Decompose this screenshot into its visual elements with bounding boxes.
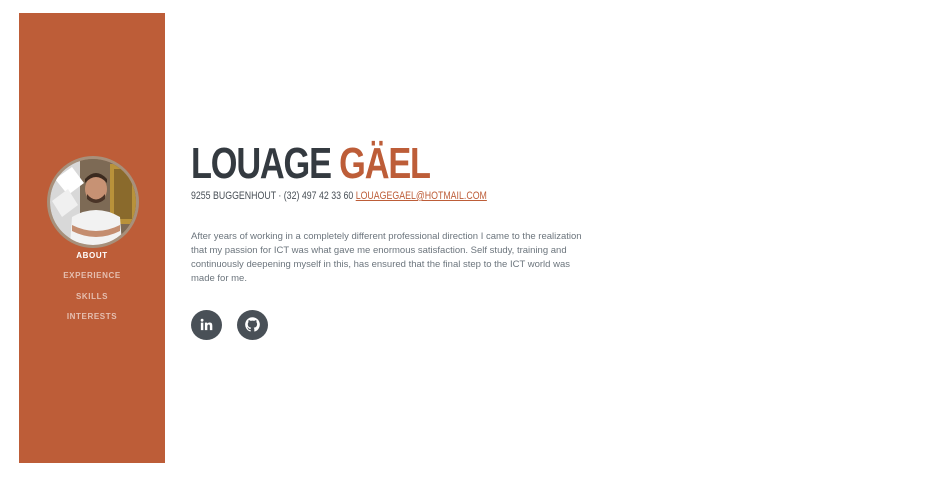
profile-avatar	[47, 156, 139, 248]
linkedin-icon	[200, 318, 213, 331]
github-button[interactable]	[237, 310, 268, 340]
email-link[interactable]: LOUAGEGAEL@HOTMAIL.COM	[356, 190, 487, 202]
profile-photo	[50, 159, 136, 245]
nav-about[interactable]: ABOUT	[19, 249, 165, 269]
sidebar: ABOUT EXPERIENCE SKILLS INTERESTS	[19, 13, 165, 463]
nav-skills[interactable]: SKILLS	[19, 290, 165, 310]
page-title: LOUAGE GÄEL	[191, 139, 431, 188]
last-name: GÄEL	[339, 139, 431, 188]
contact-info: 9255 BUGGENHOUT · (32) 497 42 33 60 LOUA…	[191, 190, 487, 202]
nav-interests[interactable]: INTERESTS	[19, 310, 165, 330]
first-name: LOUAGE	[191, 139, 332, 188]
nav-experience[interactable]: EXPERIENCE	[19, 269, 165, 289]
github-icon	[245, 317, 260, 332]
intro-text: After years of working in a completely d…	[191, 231, 582, 284]
linkedin-button[interactable]	[191, 310, 222, 340]
address-phone: 9255 BUGGENHOUT · (32) 497 42 33 60	[191, 190, 354, 202]
sidebar-nav: ABOUT EXPERIENCE SKILLS INTERESTS	[19, 249, 165, 330]
